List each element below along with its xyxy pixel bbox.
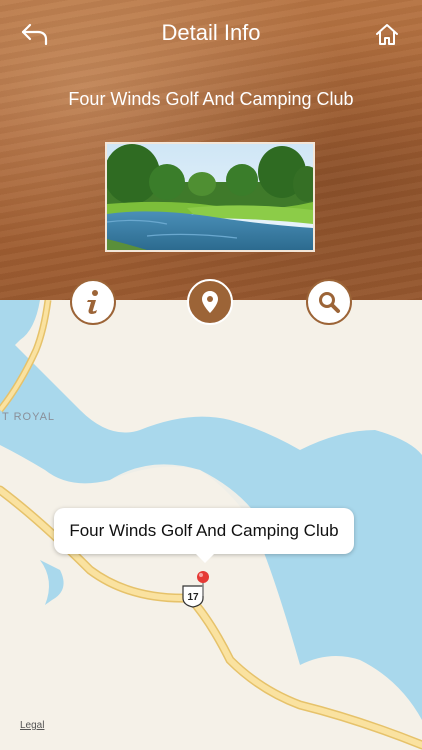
home-button[interactable] bbox=[374, 22, 400, 48]
map-button[interactable] bbox=[187, 279, 233, 325]
map-area-label: T ROYAL bbox=[2, 411, 56, 423]
home-icon bbox=[376, 24, 398, 45]
legal-link[interactable]: Legal bbox=[20, 720, 44, 731]
search-button[interactable] bbox=[306, 279, 352, 325]
map-callout[interactable]: Four Winds Golf And Camping Club bbox=[54, 508, 354, 563]
place-photo bbox=[105, 142, 315, 252]
info-button[interactable] bbox=[70, 279, 116, 325]
svg-text:17: 17 bbox=[187, 592, 199, 603]
place-name: Four Winds Golf And Camping Club bbox=[68, 89, 354, 109]
route-shield: 17 bbox=[182, 585, 204, 608]
info-icon bbox=[87, 290, 98, 314]
location-pin-icon bbox=[202, 291, 218, 313]
page-title: Detail Info bbox=[161, 20, 261, 45]
search-icon bbox=[319, 292, 340, 313]
